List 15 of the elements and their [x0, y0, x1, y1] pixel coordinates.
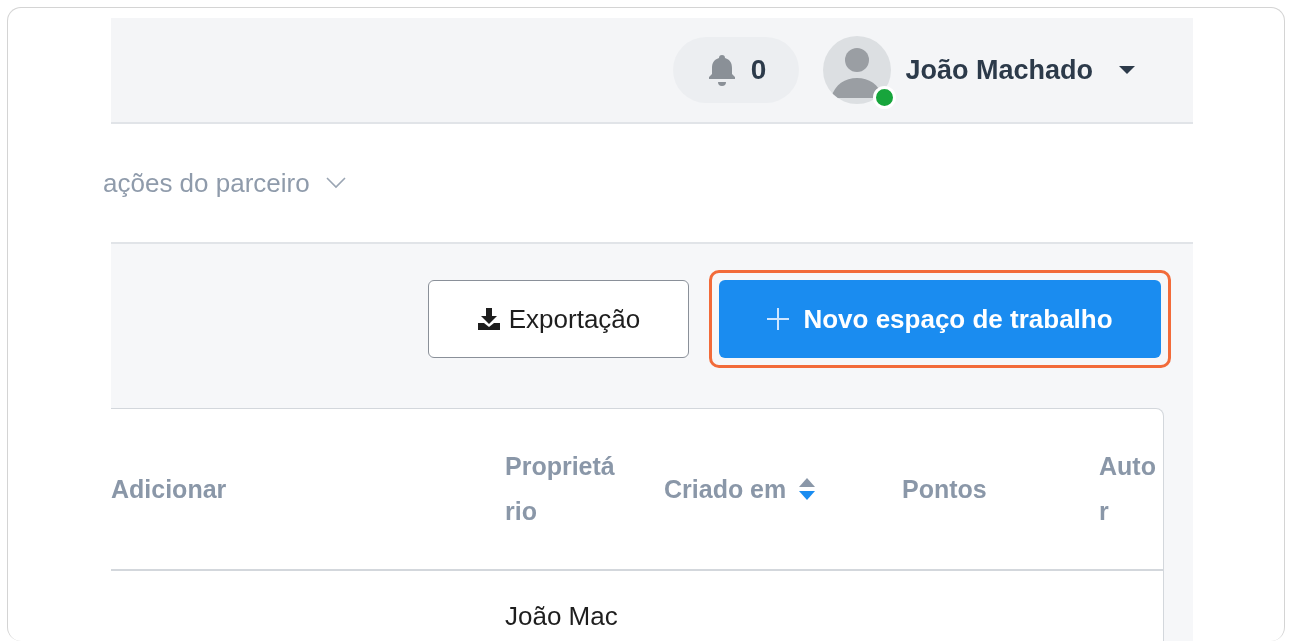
export-button[interactable]: Exportação — [428, 280, 689, 358]
notifications-button[interactable]: 0 — [673, 37, 800, 103]
bell-icon — [706, 54, 737, 86]
download-icon — [476, 307, 501, 331]
caret-icon — [1119, 65, 1135, 75]
column-header: Pontos — [902, 473, 987, 505]
chevron-down-icon — [325, 177, 346, 189]
sort-icon[interactable] — [798, 477, 817, 501]
column-header: Criado em — [664, 473, 787, 505]
table-cell: João Mac — [505, 601, 618, 631]
column-header: Adicionar — [111, 473, 227, 505]
user-menu-button[interactable]: João Machado — [905, 54, 1093, 86]
column-header: Proprietário — [505, 451, 616, 527]
plus-icon — [767, 308, 790, 330]
column-header: Autor — [1099, 451, 1157, 527]
